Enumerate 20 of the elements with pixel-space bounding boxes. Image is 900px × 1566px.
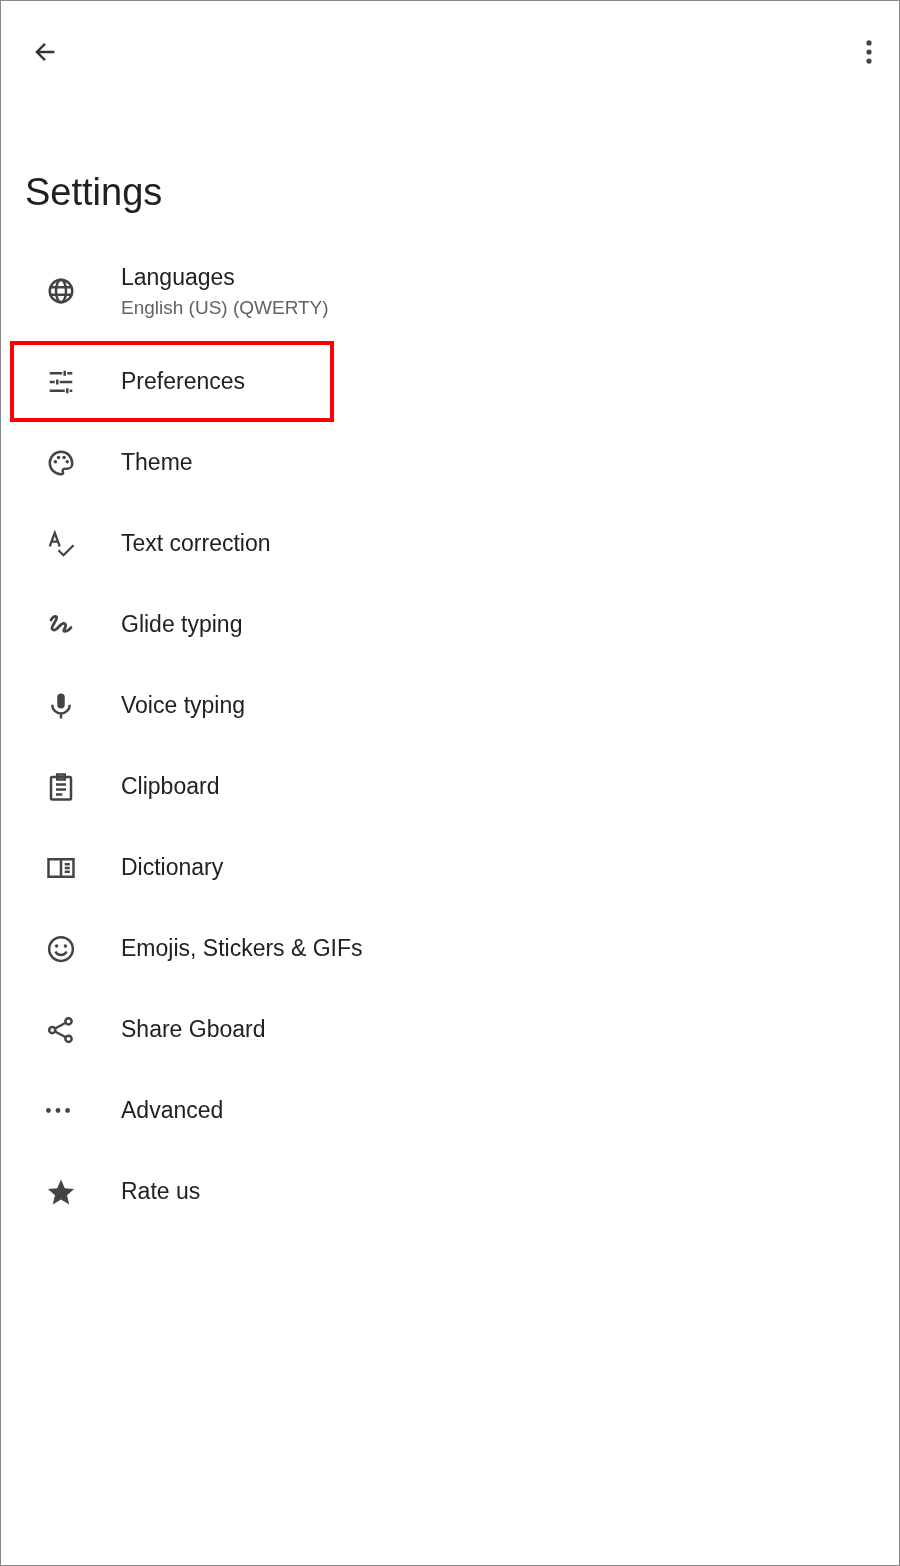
setting-label[interactable]: Text correction <box>121 530 271 557</box>
setting-label[interactable]: Voice typing <box>121 692 246 719</box>
more-horizontal-icon <box>46 1108 70 1113</box>
setting-label[interactable]: Languages <box>121 263 329 291</box>
setting-label[interactable]: Glide typing <box>121 611 243 638</box>
share-icon <box>46 1014 76 1045</box>
setting-label[interactable]: Dictionary <box>121 854 224 881</box>
setting-label[interactable]: Share Gboard <box>121 1016 266 1043</box>
setting-subtitle: English (US) (QWERTY) <box>121 296 329 319</box>
page-title: Settings <box>25 171 163 214</box>
setting-label[interactable]: Clipboard <box>121 773 220 800</box>
setting-label[interactable]: Rate us <box>121 1178 201 1205</box>
setting-label[interactable]: Emojis, Stickers & GIFs <box>121 935 363 962</box>
more-options-icon[interactable] <box>865 39 873 65</box>
setting-label[interactable]: Advanced <box>121 1097 224 1124</box>
smiley-icon <box>46 933 76 964</box>
setting-label[interactable]: Theme <box>121 449 193 476</box>
setting-label[interactable]: Preferences <box>121 368 245 395</box>
globe-icon <box>46 276 76 306</box>
spellcheck-icon <box>46 528 76 559</box>
